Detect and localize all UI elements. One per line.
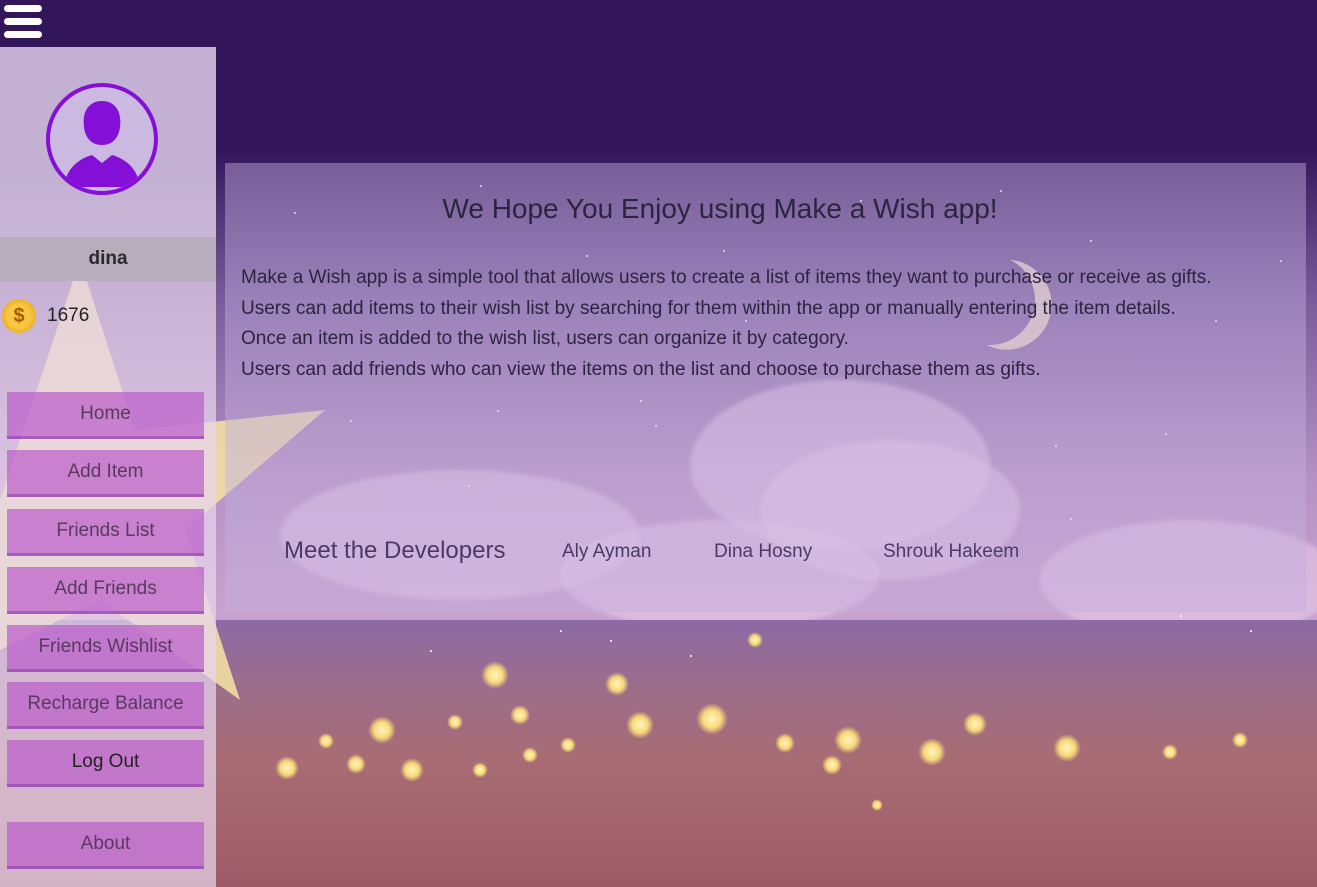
app-description: Make a Wish app is a simple tool that al… [241, 263, 1211, 386]
sparkle [822, 755, 842, 775]
balance-value: 1676 [47, 305, 90, 326]
add-friends-button[interactable]: Add Friends [7, 567, 204, 614]
sparkle [346, 754, 366, 774]
star-dot [610, 640, 612, 642]
username-bar: dina [0, 237, 216, 281]
sparkle [747, 632, 763, 648]
star-dot [1180, 615, 1182, 617]
sparkle [481, 661, 509, 689]
friends-list-button[interactable]: Friends List [7, 509, 204, 556]
sparkle [775, 733, 795, 753]
description-line: Once an item is added to the wish list, … [241, 328, 849, 350]
sparkle [318, 733, 334, 749]
friends-wishlist-button[interactable]: Friends Wishlist [7, 625, 204, 672]
sparkle [472, 762, 488, 778]
description-line: Make a Wish app is a simple tool that al… [241, 267, 1212, 288]
add-item-button[interactable]: Add Item [7, 450, 204, 497]
description-line: Users can add friends who can view the i… [241, 359, 1041, 381]
sparkle [447, 714, 463, 730]
user-silhouette-icon [46, 83, 158, 195]
star-dot [1250, 630, 1252, 632]
sparkle [400, 758, 424, 782]
sparkle [1162, 744, 1178, 760]
username: dina [88, 248, 128, 269]
sparkle [918, 738, 946, 766]
about-button[interactable]: About [7, 822, 204, 869]
developer-name: Aly Ayman [562, 541, 652, 562]
sparkle [1053, 734, 1081, 762]
sparkle [696, 703, 728, 735]
coin-icon: $ [2, 299, 36, 333]
star-dot [690, 655, 692, 657]
sparkle [834, 726, 862, 754]
sidebar: dina $ 1676 Home Add Item Friends List A… [0, 47, 216, 887]
developer-name: Dina Hosny [714, 541, 813, 562]
welcome-card: We Hope You Enjoy using Make a Wish app!… [225, 163, 1306, 612]
description-line: Users can add items to their wish list b… [241, 297, 1176, 319]
star-dot [430, 650, 432, 652]
balance-row: $ 1676 [2, 297, 89, 335]
sparkle [963, 712, 987, 736]
recharge-balance-button[interactable]: Recharge Balance [7, 682, 204, 729]
sparkle [275, 756, 299, 780]
log-out-button[interactable]: Log Out [7, 740, 204, 787]
developers-heading: Meet the Developers [284, 537, 506, 564]
hamburger-icon[interactable] [4, 5, 42, 41]
sparkle [605, 672, 629, 696]
sparkle [368, 716, 396, 744]
sparkle [626, 711, 654, 739]
sparkle [1232, 732, 1248, 748]
developer-name: Shrouk Hakeem [883, 541, 1020, 562]
sparkle [871, 799, 883, 811]
sparkle [522, 747, 538, 763]
star-dot [560, 630, 562, 632]
sparkle [560, 737, 576, 753]
sparkle [510, 705, 530, 725]
home-button[interactable]: Home [7, 392, 204, 439]
page-title: We Hope You Enjoy using Make a Wish app! [442, 193, 998, 224]
